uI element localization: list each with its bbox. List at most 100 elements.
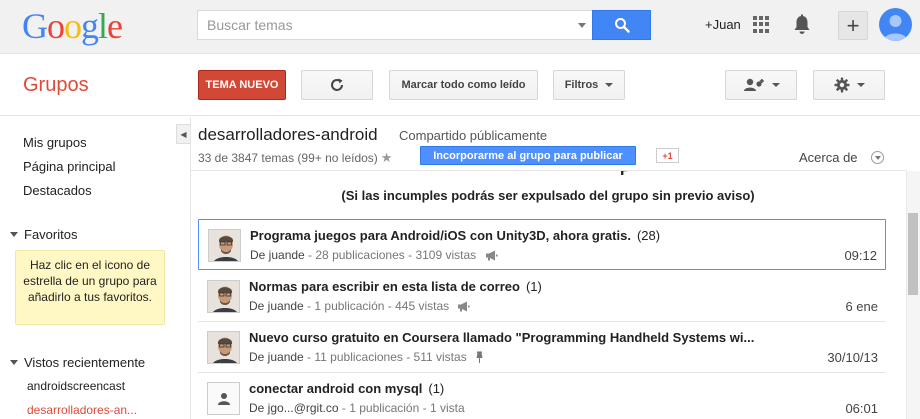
thread-author[interactable]: De juande bbox=[249, 299, 304, 313]
chevron-left-icon: ◀ bbox=[180, 129, 187, 139]
favorites-section-toggle[interactable]: Favoritos bbox=[10, 227, 77, 242]
settings-button[interactable] bbox=[813, 70, 885, 100]
sidebar-divider bbox=[190, 117, 191, 419]
thread-meta: De juande - 11 publicaciones - 511 vista… bbox=[249, 350, 484, 366]
thread-date: 6 ene bbox=[845, 299, 878, 314]
google-logo[interactable]: Google bbox=[22, 6, 123, 46]
collapse-sidebar-button[interactable]: ◀ bbox=[176, 124, 190, 144]
share-plus-button[interactable]: + bbox=[838, 11, 868, 40]
default-avatar bbox=[207, 382, 240, 415]
thread-date: 09:12 bbox=[844, 248, 877, 263]
sidebar-item-featured[interactable]: Destacados bbox=[23, 183, 92, 198]
apps-grid-icon[interactable] bbox=[753, 16, 770, 33]
app-title[interactable]: Grupos bbox=[23, 74, 89, 97]
person-icon bbox=[217, 392, 230, 405]
group-visibility: Compartido públicamente bbox=[399, 128, 548, 143]
mark-all-read-button[interactable]: Marcar todo como leído bbox=[389, 70, 538, 100]
thread-title[interactable]: Normas para escribir en esta lista de co… bbox=[249, 279, 542, 294]
table-row[interactable]: Nuevo curso gratuito en Coursera llamado… bbox=[198, 322, 886, 373]
search-input[interactable] bbox=[198, 11, 568, 39]
table-row[interactable]: conectar android con mysql (1) De jgo...@… bbox=[198, 373, 886, 419]
user-profile-link[interactable]: +Juan bbox=[705, 17, 741, 32]
sidebar-item-home[interactable]: Página principal bbox=[23, 159, 116, 174]
thread-title-text: Nuevo curso gratuito en Coursera llamado… bbox=[249, 330, 755, 345]
chevron-down-icon bbox=[771, 83, 780, 87]
gplus-label: +1 bbox=[662, 150, 673, 161]
about-expand-icon[interactable] bbox=[871, 151, 884, 164]
megaphone-icon bbox=[485, 250, 498, 264]
refresh-button[interactable] bbox=[301, 70, 373, 100]
top-bar: Google +Juan + bbox=[0, 0, 920, 54]
chevron-down-icon bbox=[605, 83, 614, 87]
account-avatar[interactable] bbox=[879, 8, 912, 41]
topic-count: 33 de 3847 temas (99+ no leídos) ★ bbox=[198, 150, 392, 166]
thread-author[interactable]: De juande bbox=[249, 350, 304, 364]
expand-triangle-icon bbox=[10, 232, 18, 237]
logo-letter: o bbox=[64, 6, 82, 46]
search-button[interactable] bbox=[592, 10, 651, 40]
topic-count-text: 33 de 3847 temas (99+ no leídos) bbox=[198, 151, 378, 165]
scrollbar-thumb[interactable] bbox=[908, 213, 918, 295]
new-topic-button[interactable]: TEMA NUEVO bbox=[198, 70, 286, 100]
thread-meta: De juande - 28 publicaciones - 3109 vist… bbox=[250, 248, 498, 264]
thread-title-text: Normas para escribir en esta lista de co… bbox=[249, 279, 520, 294]
member-settings-button[interactable] bbox=[725, 70, 797, 100]
table-row[interactable]: Normas para escribir en esta lista de co… bbox=[198, 271, 886, 322]
filters-button[interactable]: Filtros bbox=[553, 70, 625, 100]
banner-title-partial: P bbox=[190, 171, 906, 178]
logo-letter: g bbox=[81, 6, 99, 46]
search-options-caret-icon[interactable] bbox=[578, 23, 586, 28]
sidebar-item-recent-group[interactable]: desarrolladores-an... bbox=[27, 403, 137, 417]
pin-icon bbox=[475, 351, 484, 366]
search-box bbox=[197, 10, 592, 40]
thread-stats: - 1 publicación - 445 vistas bbox=[303, 299, 450, 313]
join-group-button[interactable]: Incorporarme al grupo para publicar bbox=[420, 146, 636, 165]
logo-letter: G bbox=[22, 6, 48, 46]
about-link[interactable]: Acerca de bbox=[799, 150, 858, 165]
author-avatar bbox=[207, 331, 240, 364]
thread-author[interactable]: De juande bbox=[250, 248, 305, 262]
thread-stats: - 1 publicación - 1 vista bbox=[338, 401, 465, 415]
thread-reply-count: (1) bbox=[428, 381, 445, 396]
thread-meta: De juande - 1 publicación - 445 vistas bbox=[249, 299, 471, 315]
gplus-one-button[interactable]: +1 bbox=[656, 148, 679, 163]
gear-icon bbox=[834, 77, 849, 93]
recent-section-toggle[interactable]: Vistos recientemente bbox=[10, 355, 145, 370]
megaphone-icon bbox=[457, 301, 471, 315]
thread-author[interactable]: De jgo...@rgit.co bbox=[249, 401, 339, 415]
thread-stats: - 11 publicaciones - 511 vistas bbox=[303, 350, 467, 364]
thread-reply-count: (1) bbox=[525, 279, 542, 294]
add-person-icon bbox=[743, 78, 764, 91]
refresh-icon bbox=[331, 78, 343, 91]
favorites-title: Favoritos bbox=[24, 227, 78, 242]
thread-meta: De jgo...@rgit.co - 1 publicación - 1 vi… bbox=[249, 401, 465, 415]
logo-letter: e bbox=[107, 6, 123, 46]
thread-stats: - 28 publicaciones - 3109 vistas bbox=[304, 248, 477, 262]
author-avatar bbox=[207, 280, 240, 313]
recent-title: Vistos recientemente bbox=[24, 355, 146, 370]
thread-title[interactable]: conectar android con mysql (1) bbox=[249, 381, 444, 396]
thread-reply-count: (28) bbox=[636, 228, 661, 243]
thread-date: 06:01 bbox=[845, 401, 878, 416]
group-title[interactable]: desarrolladores-android bbox=[198, 125, 378, 145]
search-icon bbox=[614, 18, 630, 33]
thread-date: 30/10/13 bbox=[827, 350, 878, 365]
thread-title-text: Programa juegos para Android/iOS con Uni… bbox=[250, 228, 631, 243]
thread-title[interactable]: Nuevo curso gratuito en Coursera llamado… bbox=[249, 330, 760, 345]
thread-title-text: conectar android con mysql bbox=[249, 381, 423, 396]
table-row[interactable]: Programa juegos para Android/iOS con Uni… bbox=[198, 219, 886, 270]
banner-warning: (Si las incumples podrás ser expulsado d… bbox=[341, 188, 755, 203]
chevron-down-icon bbox=[856, 83, 865, 87]
favorites-hint-box: Haz clic en el icono de estrella de un g… bbox=[15, 250, 165, 325]
scrollbar-track[interactable] bbox=[906, 171, 920, 419]
sidebar-item-my-groups[interactable]: Mis grupos bbox=[23, 135, 87, 150]
logo-letter: l bbox=[98, 6, 108, 46]
author-avatar bbox=[208, 229, 241, 262]
notifications-bell-icon[interactable] bbox=[793, 14, 811, 39]
thread-title[interactable]: Programa juegos para Android/iOS con Uni… bbox=[250, 228, 660, 243]
logo-letter: o bbox=[47, 6, 65, 46]
expand-triangle-icon bbox=[10, 360, 18, 365]
banner-title-text: P bbox=[620, 171, 633, 178]
star-icon[interactable]: ★ bbox=[381, 150, 393, 165]
sidebar-item-recent-group[interactable]: androidscreencast bbox=[27, 379, 125, 393]
